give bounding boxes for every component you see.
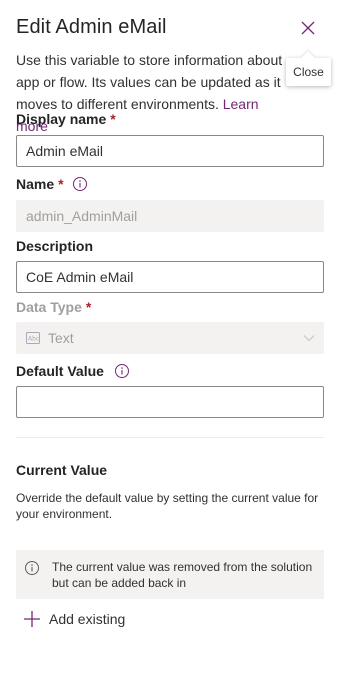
name-value: admin_AdminMail: [26, 208, 138, 224]
close-button[interactable]: [296, 16, 320, 40]
description-label-text: Description: [16, 238, 94, 254]
display-name-label: Display name *: [16, 111, 116, 127]
svg-text:Abc: Abc: [28, 336, 39, 343]
display-name-field[interactable]: Admin eMail: [16, 135, 324, 167]
edit-variable-panel: Edit Admin eMail Use this variable to st…: [0, 0, 340, 693]
default-value-label: Default Value: [16, 363, 130, 379]
chevron-down-icon: [303, 335, 315, 342]
add-existing-button[interactable]: Add existing: [22, 607, 125, 631]
info-icon: [25, 561, 39, 575]
close-tooltip: Close: [286, 58, 331, 86]
description-field[interactable]: CoE Admin eMail: [16, 261, 324, 293]
section-divider: [16, 437, 324, 438]
data-type-select: Abc Text: [16, 322, 324, 354]
name-field: admin_AdminMail: [16, 200, 324, 232]
add-existing-label: Add existing: [49, 611, 126, 627]
plus-icon: [22, 609, 42, 629]
current-value-title: Current Value: [16, 462, 108, 478]
info-message-text: The current value was removed from the s…: [52, 560, 313, 590]
name-label: Name *: [16, 176, 88, 192]
close-icon: [301, 21, 315, 35]
info-icon[interactable]: [114, 363, 130, 379]
close-tooltip-text: Close: [293, 65, 324, 79]
data-type-label-text: Data Type: [16, 299, 82, 315]
data-type-value: Text: [48, 330, 74, 346]
panel-title: Edit Admin eMail: [16, 16, 167, 38]
data-type-label: Data Type *: [16, 299, 91, 315]
info-icon[interactable]: [72, 176, 88, 192]
required-marker: *: [110, 111, 116, 127]
current-value-description: Override the default value by setting th…: [16, 491, 319, 521]
default-value-label-text: Default Value: [16, 363, 104, 379]
data-type-selected: Abc Text: [26, 330, 74, 346]
display-name-value: Admin eMail: [26, 143, 104, 159]
display-name-label-text: Display name: [16, 111, 107, 127]
description-label: Description: [16, 238, 93, 254]
info-message-bar: The current value was removed from the s…: [16, 550, 324, 599]
default-value-field[interactable]: [16, 386, 324, 418]
name-label-text: Name: [16, 176, 55, 192]
required-marker: *: [85, 299, 92, 315]
required-marker: *: [58, 176, 64, 192]
text-type-icon: Abc: [26, 332, 40, 344]
description-value: CoE Admin eMail: [26, 269, 134, 285]
